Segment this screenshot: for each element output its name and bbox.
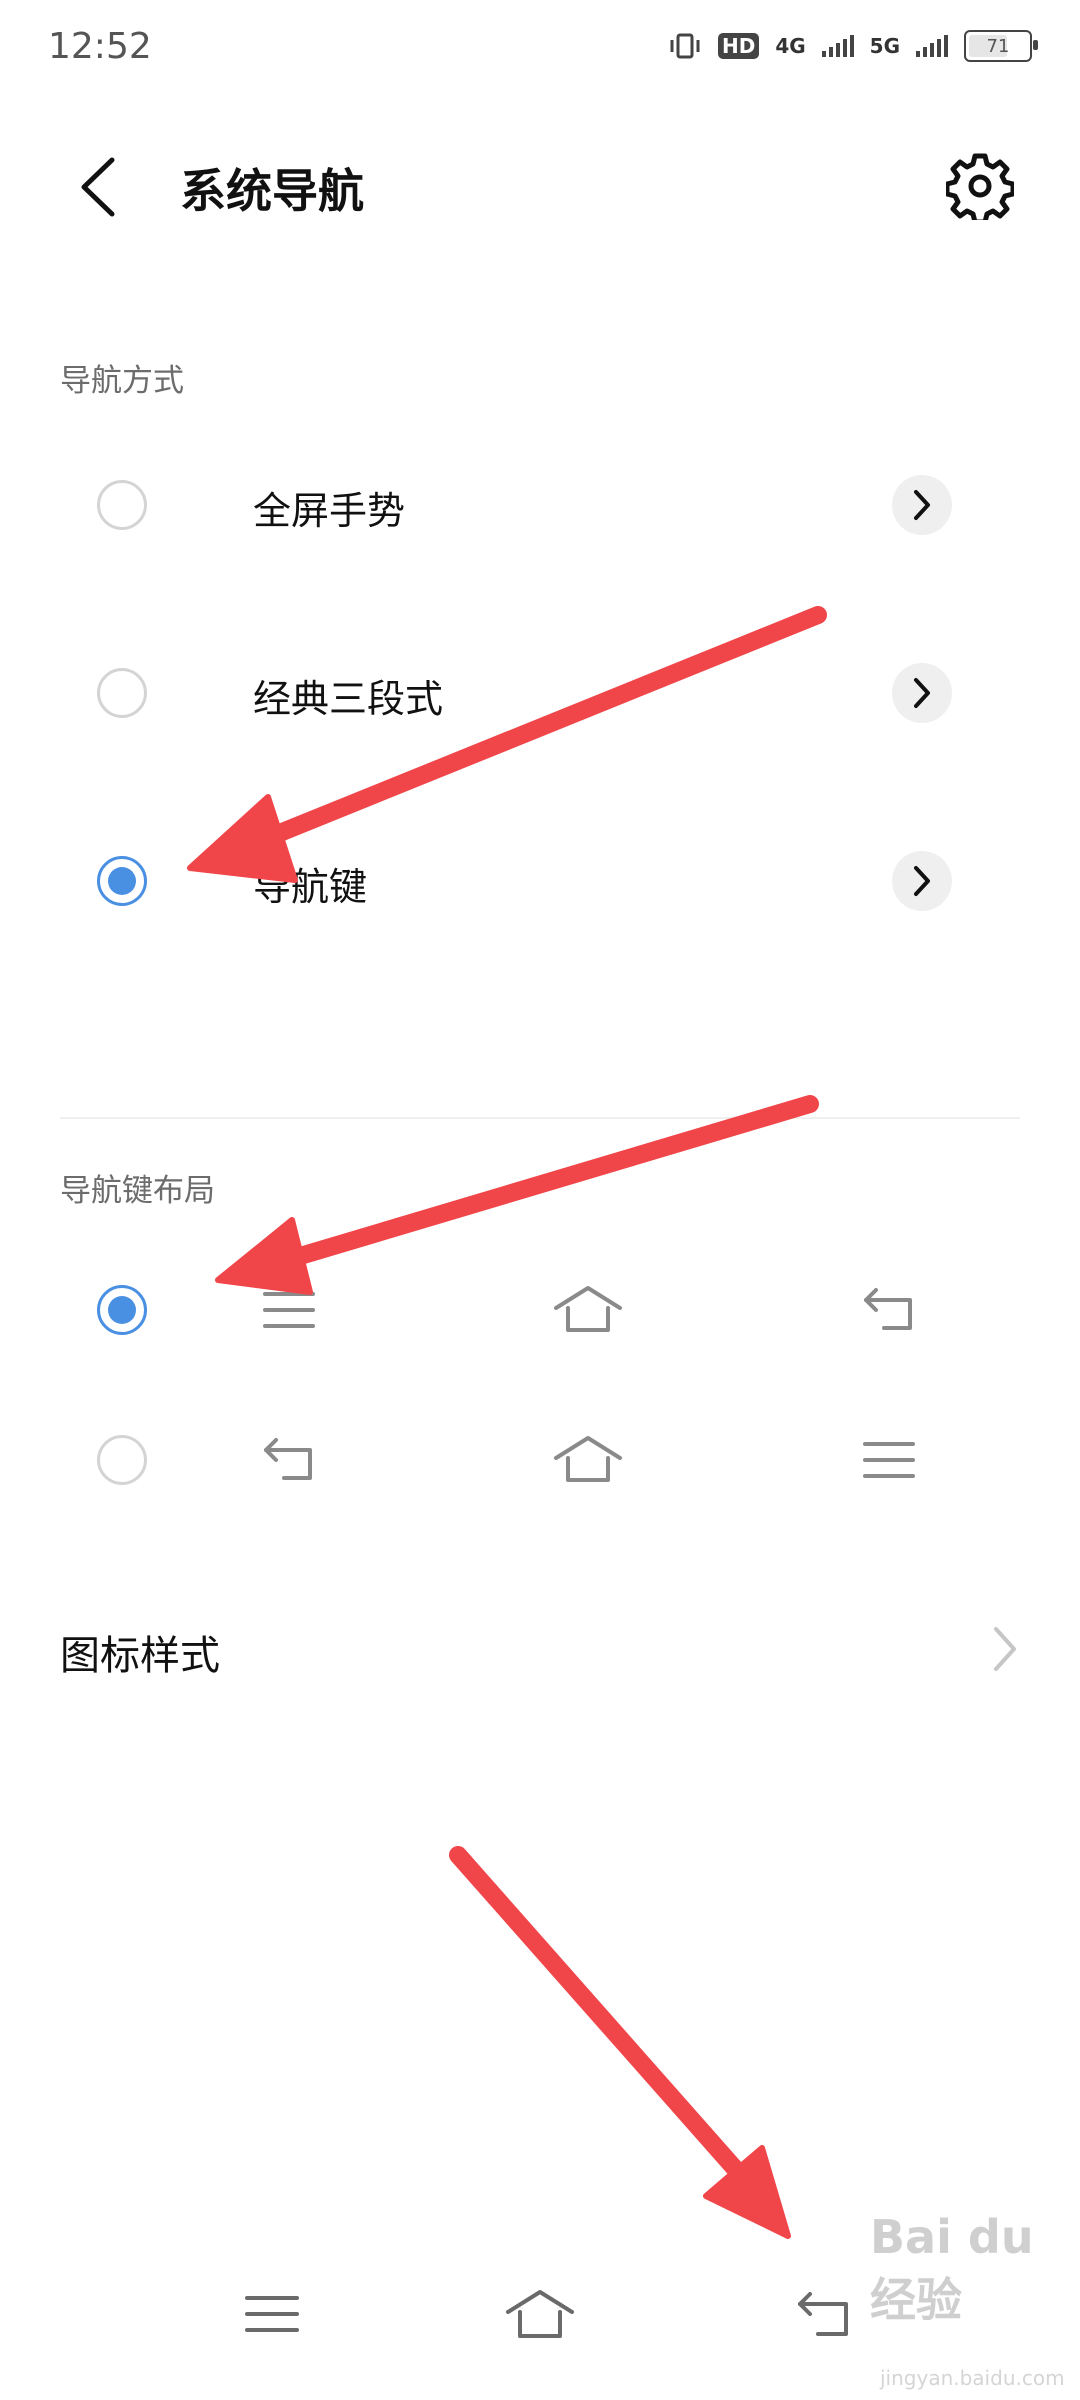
hd-icon: HD: [717, 33, 760, 59]
status-time: 12:52: [48, 26, 152, 67]
status-icons: HD 4G 5G 71: [668, 30, 1038, 62]
page-title: 系统导航: [180, 164, 364, 218]
radio-button[interactable]: [97, 1435, 147, 1485]
icon-style-item[interactable]: 图标样式: [60, 1623, 220, 1681]
option-label: 经典三段式: [253, 677, 444, 721]
back-icon: [264, 1438, 312, 1480]
details-button[interactable]: [892, 475, 952, 535]
radio-button[interactable]: [97, 480, 147, 530]
home-icon: [554, 1436, 622, 1482]
annotation-arrow-3: [449, 1846, 754, 2189]
chevron-right-icon[interactable]: [990, 1625, 1020, 1673]
menu-icon[interactable]: [244, 2292, 300, 2338]
watermark: Bai du 经验: [870, 2210, 1034, 2327]
back-icon[interactable]: [796, 2290, 854, 2338]
battery-level: 71: [986, 35, 1010, 57]
home-icon[interactable]: [504, 2288, 576, 2340]
home-icon: [554, 1286, 622, 1332]
menu-icon: [863, 1442, 915, 1478]
divider: [60, 1117, 1020, 1119]
section-title-nav-mode: 导航方式: [60, 363, 184, 399]
signal-icon: [821, 35, 854, 57]
chevron-right-icon: [914, 490, 930, 520]
nav-mode-option-classic-three[interactable]: 经典三段式: [0, 628, 1080, 758]
signal-icon-2: [916, 35, 948, 57]
details-button[interactable]: [892, 851, 952, 911]
nav-mode-option-fullscreen-gesture[interactable]: 全屏手势: [0, 440, 1080, 570]
watermark-sub: jingyan.baidu.com: [880, 2366, 1065, 2390]
details-button[interactable]: [892, 663, 952, 723]
network-5g-label: 5G: [869, 34, 900, 58]
gear-icon[interactable]: [946, 152, 1014, 220]
radio-button-selected[interactable]: [97, 856, 147, 906]
radio-button[interactable]: [97, 668, 147, 718]
chevron-right-icon: [914, 678, 930, 708]
back-icon: [864, 1288, 912, 1330]
battery-icon: 71: [964, 30, 1038, 62]
network-4g-label: 4G: [775, 34, 806, 58]
nav-layout-option-1[interactable]: [0, 1240, 1080, 1380]
menu-icon: [263, 1292, 315, 1328]
option-label: 全屏手势: [253, 489, 406, 533]
chevron-right-icon: [914, 866, 930, 896]
annotation-arrow-2: [271, 1095, 819, 1271]
radio-button-selected[interactable]: [97, 1285, 147, 1335]
nav-layout-option-2[interactable]: [0, 1390, 1080, 1530]
option-label: 导航键: [253, 865, 368, 909]
vibrate-icon: [670, 33, 700, 59]
section-title-nav-layout: 导航键布局: [60, 1173, 215, 1209]
annotation-arrowhead-3: [703, 2145, 791, 2239]
nav-mode-option-nav-keys[interactable]: 导航键: [0, 816, 1080, 946]
back-arrow-icon[interactable]: [70, 152, 130, 222]
